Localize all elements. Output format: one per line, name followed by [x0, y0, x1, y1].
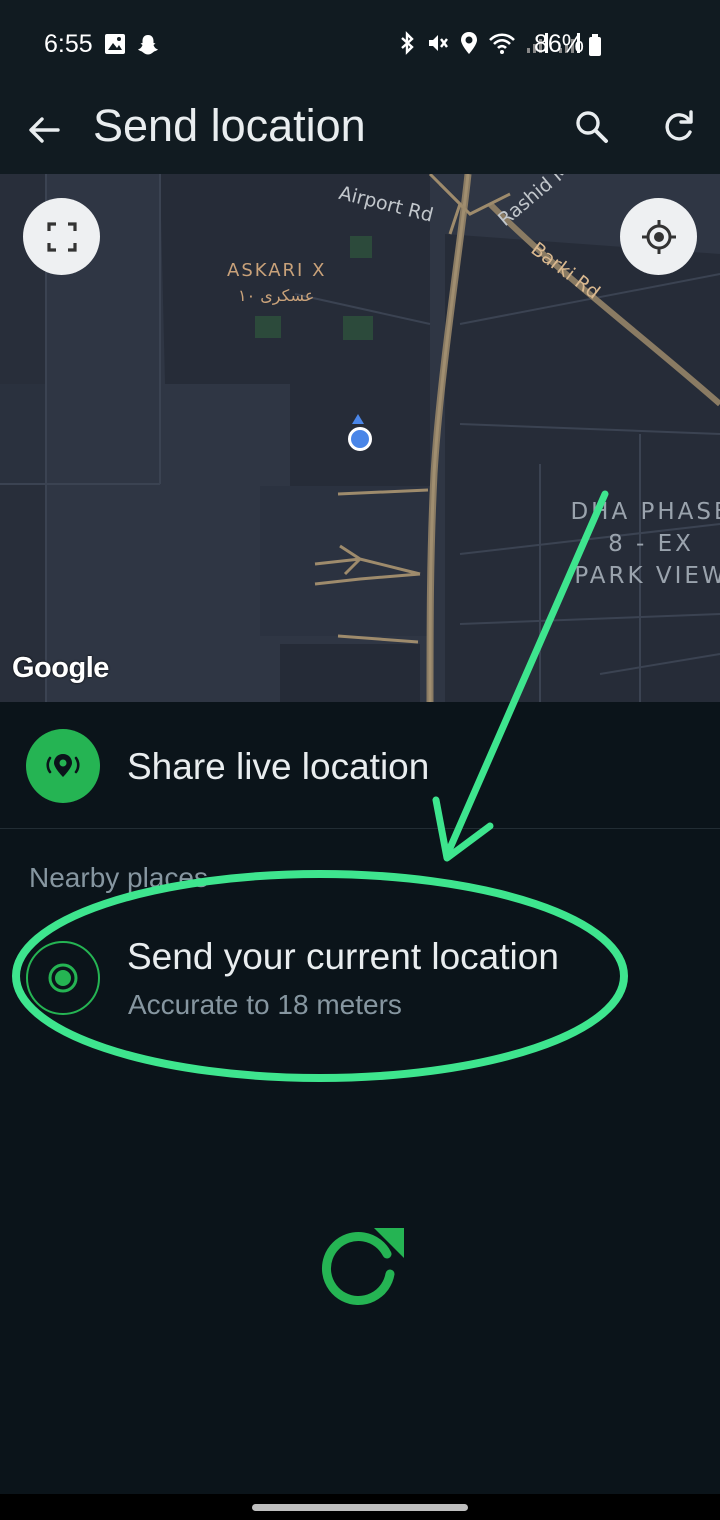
current-location-icon	[26, 941, 100, 1015]
refresh-icon	[665, 110, 693, 141]
arrow-left-icon	[29, 117, 60, 143]
gallery-icon	[105, 34, 125, 54]
live-location-icon	[26, 729, 100, 803]
battery-status: 86%	[534, 30, 602, 59]
nearby-places-header: Nearby places	[29, 862, 208, 893]
place-label-dha: DHA PHASE 8 - EX PARK VIEW	[566, 496, 720, 592]
page-title: Send location	[93, 100, 366, 151]
snapchat-icon	[138, 35, 158, 55]
home-gesture-handle[interactable]	[252, 1504, 468, 1511]
reload-places-button[interactable]	[312, 1218, 408, 1314]
heading-arrow-icon	[352, 414, 364, 424]
wifi-icon	[489, 33, 515, 54]
search-button[interactable]	[570, 106, 614, 150]
place-label-askari: ASKARI X	[227, 260, 327, 281]
share-live-location-label: Share live location	[127, 746, 430, 787]
mute-icon	[429, 35, 448, 51]
place-label-askari-arabic: عسکری ١٠	[238, 286, 315, 305]
my-location-button[interactable]	[620, 198, 697, 275]
status-bar: 6:55 86%	[0, 0, 720, 88]
app-bar: Send location	[0, 88, 720, 174]
refresh-icon	[322, 1228, 404, 1305]
send-current-location-row[interactable]: Send your current location Accurate to 1…	[0, 920, 720, 1040]
place-label-dha-line1: DHA PHASE	[570, 499, 720, 525]
fullscreen-button[interactable]	[23, 198, 100, 275]
refresh-button[interactable]	[656, 106, 700, 150]
system-nav-bar	[0, 1494, 720, 1520]
search-icon	[576, 111, 608, 143]
location-accuracy-text: Accurate to 18 meters	[128, 989, 402, 1020]
my-location-icon	[641, 219, 676, 254]
send-current-location-label: Send your current location	[127, 936, 559, 977]
place-label-dha-line3: PARK VIEW	[574, 563, 720, 589]
bluetooth-icon	[401, 31, 414, 55]
map-view[interactable]: Airport Rd Rashid M Barki Rd ASKARI X عس…	[0, 174, 720, 702]
fullscreen-icon	[46, 221, 77, 252]
battery-icon	[589, 33, 601, 56]
google-attribution: Google	[12, 652, 109, 684]
back-button[interactable]	[22, 108, 66, 152]
battery-percent: 86%	[533, 30, 584, 58]
user-location-marker	[348, 427, 372, 451]
place-label-dha-line2: 8 - EX	[608, 531, 694, 557]
location-icon	[461, 32, 477, 54]
status-time: 6:55	[44, 30, 93, 58]
status-notification-icons	[104, 33, 160, 57]
share-live-location-row[interactable]: Share live location	[0, 702, 720, 829]
